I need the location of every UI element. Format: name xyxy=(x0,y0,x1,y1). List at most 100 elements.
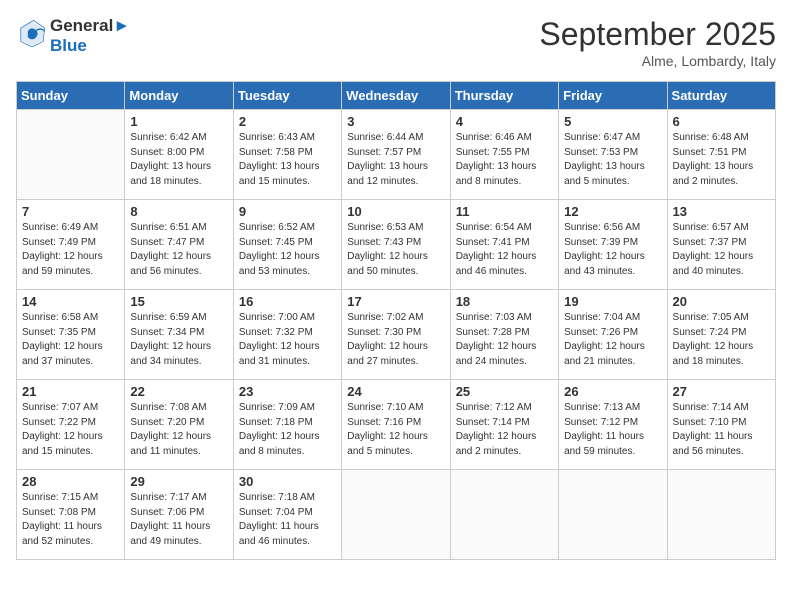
calendar-cell xyxy=(342,470,450,560)
calendar-cell: 1 Sunrise: 6:42 AM Sunset: 8:00 PM Daylig… xyxy=(125,110,233,200)
day-number: 28 xyxy=(22,474,119,489)
calendar-cell: 13 Sunrise: 6:57 AM Sunset: 7:37 PM Dayli… xyxy=(667,200,775,290)
logo-icon xyxy=(18,19,46,47)
calendar-cell: 23 Sunrise: 7:09 AM Sunset: 7:18 PM Dayli… xyxy=(233,380,341,470)
day-info: Sunrise: 6:42 AM Sunset: 8:00 PM Dayligh… xyxy=(130,131,227,189)
day-number: 19 xyxy=(564,294,661,309)
calendar-cell: 18Sunrise: 7:03 AM Sunset: 7:28 PM Dayli… xyxy=(450,290,558,380)
calendar-cell: 15Sunrise: 6:59 AM Sunset: 7:34 PM Dayli… xyxy=(125,290,233,380)
logo: General► Blue xyxy=(16,16,130,55)
day-info: Sunrise: 6:58 AM Sunset: 7:35 PM Dayligh… xyxy=(22,311,119,369)
day-info: Sunrise: 7:05 AM Sunset: 7:24 PM Dayligh… xyxy=(673,311,770,369)
day-info: Sunrise: 7:18 AM Sunset: 7:04 PM Dayligh… xyxy=(239,491,336,549)
col-header-tuesday: Tuesday xyxy=(233,82,341,110)
day-number: 25 xyxy=(456,384,553,399)
calendar-body: 1 Sunrise: 6:42 AM Sunset: 8:00 PM Daylig… xyxy=(17,110,776,560)
calendar-cell: 8Sunrise: 6:51 AM Sunset: 7:47 PM Daylig… xyxy=(125,200,233,290)
calendar-cell: 28 Sunrise: 7:15 AM Sunset: 7:08 PM Dayli… xyxy=(17,470,125,560)
logo-general: General xyxy=(50,16,113,35)
calendar-cell xyxy=(450,470,558,560)
calendar-cell: 30Sunrise: 7:18 AM Sunset: 7:04 PM Dayli… xyxy=(233,470,341,560)
calendar-week-3: 14Sunrise: 6:58 AM Sunset: 7:35 PM Dayli… xyxy=(17,290,776,380)
calendar-cell: 17Sunrise: 7:02 AM Sunset: 7:30 PM Dayli… xyxy=(342,290,450,380)
calendar-table: SundayMondayTuesdayWednesdayThursdayFrid… xyxy=(16,81,776,560)
calendar-cell: 2Sunrise: 6:43 AM Sunset: 7:58 PM Daylig… xyxy=(233,110,341,200)
day-info: Sunrise: 6:54 AM Sunset: 7:41 PM Dayligh… xyxy=(456,221,553,279)
day-info: Sunrise: 7:14 AM Sunset: 7:10 PM Dayligh… xyxy=(673,401,770,459)
calendar-cell: 9 Sunrise: 6:52 AM Sunset: 7:45 PM Daylig… xyxy=(233,200,341,290)
calendar-cell: 12Sunrise: 6:56 AM Sunset: 7:39 PM Dayli… xyxy=(559,200,667,290)
day-info: Sunrise: 7:15 AM Sunset: 7:08 PM Dayligh… xyxy=(22,491,119,549)
col-header-thursday: Thursday xyxy=(450,82,558,110)
day-info: Sunrise: 7:12 AM Sunset: 7:14 PM Dayligh… xyxy=(456,401,553,459)
day-number: 1 xyxy=(130,114,227,129)
day-number: 9 xyxy=(239,204,336,219)
calendar-cell xyxy=(559,470,667,560)
day-number: 20 xyxy=(673,294,770,309)
day-info: Sunrise: 7:10 AM Sunset: 7:16 PM Dayligh… xyxy=(347,401,444,459)
day-number: 16 xyxy=(239,294,336,309)
day-info: Sunrise: 6:57 AM Sunset: 7:37 PM Dayligh… xyxy=(673,221,770,279)
day-info: Sunrise: 6:46 AM Sunset: 7:55 PM Dayligh… xyxy=(456,131,553,189)
calendar-cell: 16 Sunrise: 7:00 AM Sunset: 7:32 PM Dayli… xyxy=(233,290,341,380)
calendar-cell: 3Sunrise: 6:44 AM Sunset: 7:57 PM Daylig… xyxy=(342,110,450,200)
calendar-cell: 21Sunrise: 7:07 AM Sunset: 7:22 PM Dayli… xyxy=(17,380,125,470)
title-block: September 2025 Alme, Lombardy, Italy xyxy=(539,16,776,69)
calendar-week-2: 7 Sunrise: 6:49 AM Sunset: 7:49 PM Daylig… xyxy=(17,200,776,290)
day-number: 13 xyxy=(673,204,770,219)
calendar-cell: 7 Sunrise: 6:49 AM Sunset: 7:49 PM Daylig… xyxy=(17,200,125,290)
day-number: 15 xyxy=(130,294,227,309)
day-info: Sunrise: 6:47 AM Sunset: 7:53 PM Dayligh… xyxy=(564,131,661,189)
calendar-cell: 14Sunrise: 6:58 AM Sunset: 7:35 PM Dayli… xyxy=(17,290,125,380)
calendar-cell: 11Sunrise: 6:54 AM Sunset: 7:41 PM Dayli… xyxy=(450,200,558,290)
day-info: Sunrise: 7:08 AM Sunset: 7:20 PM Dayligh… xyxy=(130,401,227,459)
day-info: Sunrise: 7:04 AM Sunset: 7:26 PM Dayligh… xyxy=(564,311,661,369)
col-header-saturday: Saturday xyxy=(667,82,775,110)
day-number: 22 xyxy=(130,384,227,399)
calendar-header-row: SundayMondayTuesdayWednesdayThursdayFrid… xyxy=(17,82,776,110)
col-header-wednesday: Wednesday xyxy=(342,82,450,110)
calendar-week-5: 28 Sunrise: 7:15 AM Sunset: 7:08 PM Dayli… xyxy=(17,470,776,560)
calendar-cell: 10Sunrise: 6:53 AM Sunset: 7:43 PM Dayli… xyxy=(342,200,450,290)
calendar-cell: 24Sunrise: 7:10 AM Sunset: 7:16 PM Dayli… xyxy=(342,380,450,470)
day-info: Sunrise: 7:13 AM Sunset: 7:12 PM Dayligh… xyxy=(564,401,661,459)
day-number: 10 xyxy=(347,204,444,219)
day-info: Sunrise: 7:17 AM Sunset: 7:06 PM Dayligh… xyxy=(130,491,227,549)
calendar-cell: 6 Sunrise: 6:48 AM Sunset: 7:51 PM Daylig… xyxy=(667,110,775,200)
calendar-cell: 20 Sunrise: 7:05 AM Sunset: 7:24 PM Dayli… xyxy=(667,290,775,380)
day-info: Sunrise: 7:09 AM Sunset: 7:18 PM Dayligh… xyxy=(239,401,336,459)
day-info: Sunrise: 7:00 AM Sunset: 7:32 PM Dayligh… xyxy=(239,311,336,369)
location: Alme, Lombardy, Italy xyxy=(539,53,776,69)
col-header-sunday: Sunday xyxy=(17,82,125,110)
day-info: Sunrise: 6:49 AM Sunset: 7:49 PM Dayligh… xyxy=(22,221,119,279)
day-number: 7 xyxy=(22,204,119,219)
col-header-friday: Friday xyxy=(559,82,667,110)
day-info: Sunrise: 7:07 AM Sunset: 7:22 PM Dayligh… xyxy=(22,401,119,459)
day-number: 3 xyxy=(347,114,444,129)
calendar-cell: 19 Sunrise: 7:04 AM Sunset: 7:26 PM Dayli… xyxy=(559,290,667,380)
page-header: General► Blue September 2025 Alme, Lomba… xyxy=(16,16,776,69)
calendar-cell xyxy=(667,470,775,560)
day-number: 26 xyxy=(564,384,661,399)
logo-blue-suffix: ► xyxy=(113,16,130,35)
calendar-cell: 27 Sunrise: 7:14 AM Sunset: 7:10 PM Dayli… xyxy=(667,380,775,470)
day-number: 27 xyxy=(673,384,770,399)
day-number: 4 xyxy=(456,114,553,129)
day-number: 8 xyxy=(130,204,227,219)
day-number: 2 xyxy=(239,114,336,129)
calendar-cell: 26 Sunrise: 7:13 AM Sunset: 7:12 PM Dayli… xyxy=(559,380,667,470)
calendar-week-1: 1 Sunrise: 6:42 AM Sunset: 8:00 PM Daylig… xyxy=(17,110,776,200)
day-number: 12 xyxy=(564,204,661,219)
calendar-cell: 29 Sunrise: 7:17 AM Sunset: 7:06 PM Dayli… xyxy=(125,470,233,560)
day-number: 5 xyxy=(564,114,661,129)
day-number: 17 xyxy=(347,294,444,309)
day-info: Sunrise: 6:52 AM Sunset: 7:45 PM Dayligh… xyxy=(239,221,336,279)
day-info: Sunrise: 6:48 AM Sunset: 7:51 PM Dayligh… xyxy=(673,131,770,189)
col-header-monday: Monday xyxy=(125,82,233,110)
day-number: 6 xyxy=(673,114,770,129)
day-number: 29 xyxy=(130,474,227,489)
day-number: 23 xyxy=(239,384,336,399)
calendar-cell: 25 Sunrise: 7:12 AM Sunset: 7:14 PM Dayli… xyxy=(450,380,558,470)
calendar-cell: 5 Sunrise: 6:47 AM Sunset: 7:53 PM Daylig… xyxy=(559,110,667,200)
calendar-cell: 22 Sunrise: 7:08 AM Sunset: 7:20 PM Dayli… xyxy=(125,380,233,470)
